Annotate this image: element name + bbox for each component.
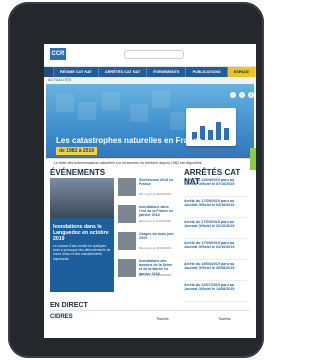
- event-title: Inondations dans l’est de la France en j…: [139, 205, 174, 218]
- event-meta: Mis à jour le 11/10/2019: [139, 219, 171, 223]
- event-thumb: [118, 205, 136, 223]
- featured-event-card[interactable]: Inondations dans le Languedoc en octobre…: [50, 178, 114, 292]
- nav-item-regime[interactable]: RÉGIME CAT NAT: [54, 67, 99, 77]
- hero-subtitle: de 1982 à 2019: [56, 147, 98, 155]
- events-title: ÉVÉNEMENTS: [50, 168, 106, 177]
- event-thumb: [118, 178, 136, 196]
- hero-prev-icon[interactable]: ‹: [230, 92, 236, 98]
- tweets-area: Tweets Tweets: [122, 314, 250, 334]
- featured-event-excerpt: Le volume d’eau tombé en quelques jours …: [53, 244, 111, 261]
- event-title: Orages du mois juin 2019: [139, 232, 174, 241]
- event-thumb: [118, 259, 136, 277]
- hero-pause-icon[interactable]: ∥: [248, 92, 254, 98]
- featured-event-title: Inondations dans le Languedoc en octobre…: [53, 224, 109, 242]
- arrete-title: Arrêté du 19/08/2019 paru au Journal Off…: [184, 262, 235, 271]
- arrete-item[interactable]: Arrêté du 17/09/2019 paru au Journal Off…: [184, 199, 248, 218]
- event-item[interactable]: Inondations des bassins de la Seine et d…: [118, 259, 176, 283]
- event-meta: Mis à jour le 23/09/2019: [139, 246, 172, 250]
- nav-cta[interactable]: ESPACE: [227, 67, 256, 77]
- arrete-title: Arrêté du 17/09/2019 paru au Journal Off…: [184, 220, 235, 229]
- event-title: Sécheresse 2018 en France: [139, 178, 174, 187]
- partner-label: CIDRES: [50, 314, 73, 320]
- arrete-item[interactable]: Arrêté du 17/09/2019 paru au Journal Off…: [184, 220, 248, 239]
- arrete-title: Arrêté du 17/09/2019 paru au Journal Off…: [184, 241, 235, 250]
- hero-strip: Le bilan des indemnisations naturelles s…: [46, 158, 254, 166]
- events-list: Sécheresse 2018 en France Mis à jour le …: [118, 178, 176, 286]
- hero-strip-text: Le bilan des indemnisations naturelles s…: [54, 161, 202, 165]
- bottom-divider: [50, 310, 250, 311]
- event-meta: Mis à jour le 15/10/2019: [139, 192, 172, 196]
- arrete-title: Arrêté du 20/09/2019 paru au Journal Off…: [184, 178, 235, 187]
- tweets-label[interactable]: Tweets: [218, 316, 231, 321]
- tablet-frame: CCR RÉGIME CAT NAT ARRÊTÉS CAT NAT ÉVÉNE…: [8, 2, 264, 358]
- arrete-item[interactable]: Arrêté du 19/08/2019 paru au Journal Off…: [184, 262, 248, 281]
- arrete-item[interactable]: Arrêté du 20/09/2019 paru au Journal Off…: [184, 178, 248, 197]
- arrete-title: Arrêté du 17/09/2019 paru au Journal Off…: [184, 199, 235, 208]
- direct-title: EN DIRECT: [50, 302, 88, 309]
- partner-logo[interactable]: CIDRES: [50, 314, 96, 330]
- arrete-item[interactable]: Arrêté du 24/07/2019 paru au Journal Off…: [184, 283, 248, 302]
- nav-item-publications[interactable]: PUBLICATIONS: [186, 67, 228, 77]
- hero-controls: ‹ › ∥: [230, 92, 254, 98]
- hero-next-icon[interactable]: ›: [239, 92, 245, 98]
- featured-event-image: [50, 178, 114, 218]
- event-meta: Mis à jour le 02/08/2019: [139, 273, 172, 277]
- nav-item-arretes[interactable]: ARRÊTÉS CAT NAT: [99, 67, 148, 77]
- event-item[interactable]: Inondations dans l’est de la France en j…: [118, 205, 176, 229]
- site-logo[interactable]: CCR: [50, 48, 66, 60]
- breadcrumb-text: ACTUALITÉS: [48, 78, 72, 82]
- search-input[interactable]: [124, 50, 184, 59]
- hero-title: Les catastrophes naturelles en France: [56, 136, 202, 145]
- breadcrumb: ACTUALITÉS: [44, 77, 256, 84]
- event-item[interactable]: Orages du mois juin 2019 Mis à jour le 2…: [118, 232, 176, 256]
- arretes-list: Arrêté du 20/09/2019 paru au Journal Off…: [184, 178, 248, 304]
- home-icon[interactable]: [44, 67, 54, 77]
- main-nav: RÉGIME CAT NAT ARRÊTÉS CAT NAT ÉVÉNEMENT…: [44, 67, 256, 77]
- hero-banner[interactable]: ‹ › ∥ Les catastrophes naturelles en Fra…: [46, 84, 254, 166]
- nav-item-evenements[interactable]: ÉVÉNEMENTS: [147, 67, 187, 77]
- arrete-title: Arrêté du 24/07/2019 paru au Journal Off…: [184, 283, 235, 292]
- side-tab[interactable]: [250, 148, 256, 170]
- arrete-item[interactable]: Arrêté du 17/09/2019 paru au Journal Off…: [184, 241, 248, 260]
- event-item[interactable]: Sécheresse 2018 en France Mis à jour le …: [118, 178, 176, 202]
- screen: CCR RÉGIME CAT NAT ARRÊTÉS CAT NAT ÉVÉNE…: [44, 44, 256, 338]
- tweets-label[interactable]: Tweets: [156, 316, 169, 321]
- top-header: CCR: [44, 44, 256, 67]
- event-thumb: [118, 232, 136, 250]
